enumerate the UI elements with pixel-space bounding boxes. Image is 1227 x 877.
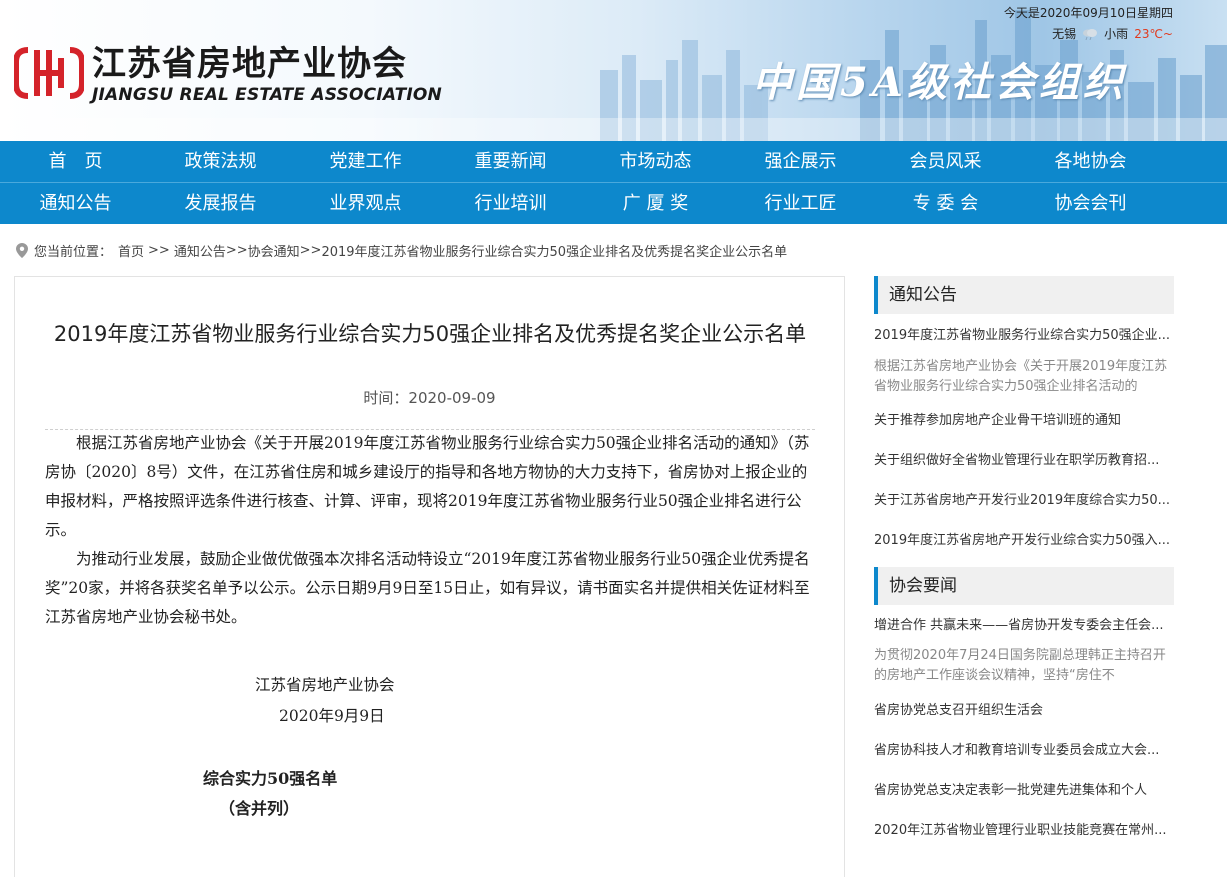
sidebar-news-item[interactable]: 增进合作 共赢未来——省房协开发专委会主任会... [874, 616, 1174, 636]
article-paragraph: 根据江苏省房地产业协会《关于开展2019年度江苏省物业服务行业综合实力50强企业… [45, 434, 810, 539]
signature-date: 2020年9月9日 [279, 707, 385, 725]
nav-industry-training[interactable]: 行业培训 [438, 183, 583, 224]
sidebar-notice-item[interactable]: 2019年度江苏省房地产开发行业综合实力50强入... [874, 531, 1174, 551]
breadcrumb-separator: >> [148, 243, 170, 258]
sidebar-news-item[interactable]: 2020年江苏省物业管理行业职业技能竞赛在常州... [874, 821, 1174, 841]
breadcrumb-home-link[interactable]: 首页 [118, 241, 144, 260]
sidebar-notice-item[interactable]: 关于推荐参加房地产企业骨干培训班的通知 [874, 411, 1174, 431]
nav-development-report[interactable]: 发展报告 [148, 183, 293, 224]
weather-condition: 小雨 [1104, 27, 1129, 41]
article-title: 2019年度江苏省物业服务行业综合实力50强企业排名及优秀提名奖企业公示名单 [53, 322, 807, 346]
article-publish-time: 时间：2020-09-09 [363, 389, 496, 407]
article-panel: 2019年度江苏省物业服务行业综合实力50强企业排名及优秀提名奖企业公示名单 时… [14, 276, 845, 877]
main-navigation: 首 页 政策法规 党建工作 重要新闻 市场动态 强企展示 会员风采 各地协会 通… [0, 141, 1227, 224]
site-header: 江苏省房地产业协会 JIANGSU REAL ESTATE ASSOCIATIO… [0, 0, 1227, 141]
nav-row-primary: 首 页 政策法规 党建工作 重要新闻 市场动态 强企展示 会员风采 各地协会 [0, 141, 1227, 183]
current-date: 今天是2020年09月10日星期四 [1003, 6, 1173, 20]
nav-committees[interactable]: 专 委 会 [873, 183, 1018, 224]
logo-english-name: JIANGSU REAL ESTATE ASSOCIATION [92, 85, 442, 105]
list-note: （含并列） [219, 799, 300, 818]
nav-notices[interactable]: 通知公告 [3, 183, 148, 224]
nav-industry-craftsman[interactable]: 行业工匠 [728, 183, 873, 224]
signature-organization: 江苏省房地产业协会 [255, 676, 395, 694]
weather-temperature: 23℃~ [1134, 26, 1173, 41]
weather-city: 无锡 [1052, 27, 1077, 41]
logo-chinese-name: 江苏省房地产业协会 [92, 44, 407, 84]
nav-policy[interactable]: 政策法规 [148, 141, 293, 182]
sidebar-notices-title: 通知公告 [889, 285, 957, 305]
nav-enterprise-showcase[interactable]: 强企展示 [728, 141, 873, 182]
breadcrumb-separator: >> [299, 243, 322, 258]
nav-market-trends[interactable]: 市场动态 [583, 141, 728, 182]
rain-cloud-icon [1083, 28, 1098, 40]
breadcrumb-prefix: 您当前位置： [34, 245, 113, 260]
sidebar-news-item[interactable]: 省房协党总支召开组织生活会 [874, 701, 1174, 721]
nav-industry-views[interactable]: 业界观点 [293, 183, 438, 224]
sidebar-news-item[interactable]: 为贯彻2020年7月24日国务院副总理韩正主持召开的房地产工作座谈会议精神，坚持… [874, 646, 1174, 686]
sidebar-news-header: 协会要闻 [874, 567, 1174, 605]
breadcrumb: 您当前位置： 首页 >> 通知公告 >> 协会通知 >> 2019年度江苏省物业… [16, 241, 787, 260]
weather-widget: 无锡 小雨 23℃~ [1052, 25, 1173, 42]
location-pin-icon [16, 243, 28, 258]
sidebar-news-title: 协会要闻 [889, 576, 957, 596]
list-title: 综合实力50强名单 [203, 769, 338, 788]
sidebar-news-item[interactable]: 省房协党总支决定表彰一批党建先进集体和个人 [874, 781, 1174, 801]
nav-home[interactable]: 首 页 [3, 141, 148, 182]
sidebar-notice-item[interactable]: 2019年度江苏省物业服务行业综合实力50强企业... [874, 326, 1174, 346]
article-body: 根据江苏省房地产业协会《关于开展2019年度江苏省物业服务行业综合实力50强企业… [45, 429, 815, 632]
sidebar-notice-item[interactable]: 根据江苏省房地产业协会《关于开展2019年度江苏省物业服务行业综合实力50强企业… [874, 357, 1174, 397]
header-slogan: 中国5A级社会组织 [752, 59, 1127, 106]
sidebar-notices-header: 通知公告 [874, 276, 1174, 314]
breadcrumb-assoc-notice-link[interactable]: 协会通知 [248, 241, 300, 260]
nav-party-building[interactable]: 党建工作 [293, 141, 438, 182]
nav-local-associations[interactable]: 各地协会 [1018, 141, 1163, 182]
nav-guangsha-award[interactable]: 广 厦 奖 [583, 183, 728, 224]
nav-member-style[interactable]: 会员风采 [873, 141, 1018, 182]
nav-important-news[interactable]: 重要新闻 [438, 141, 583, 182]
article-paragraph: 为推动行业发展，鼓励企业做优做强本次排名活动特设立“2019年度江苏省物业服务行… [45, 550, 810, 626]
sidebar-news-item[interactable]: 省房协科技人才和教育培训专业委员会成立大会... [874, 741, 1174, 761]
nav-journal[interactable]: 协会会刊 [1018, 183, 1163, 224]
breadcrumb-separator: >> [225, 243, 248, 258]
association-logo-icon [14, 47, 84, 99]
breadcrumb-notice-link[interactable]: 通知公告 [174, 241, 226, 260]
sidebar-notice-item[interactable]: 关于组织做好全省物业管理行业在职学历教育招... [874, 451, 1174, 471]
sidebar-notice-item[interactable]: 关于江苏省房地产开发行业2019年度综合实力50... [874, 491, 1174, 511]
nav-row-secondary: 通知公告 发展报告 业界观点 行业培训 广 厦 奖 行业工匠 专 委 会 协会会… [0, 183, 1227, 224]
breadcrumb-current: 2019年度江苏省物业服务行业综合实力50强企业排名及优秀提名奖企业公示名单 [321, 245, 788, 260]
